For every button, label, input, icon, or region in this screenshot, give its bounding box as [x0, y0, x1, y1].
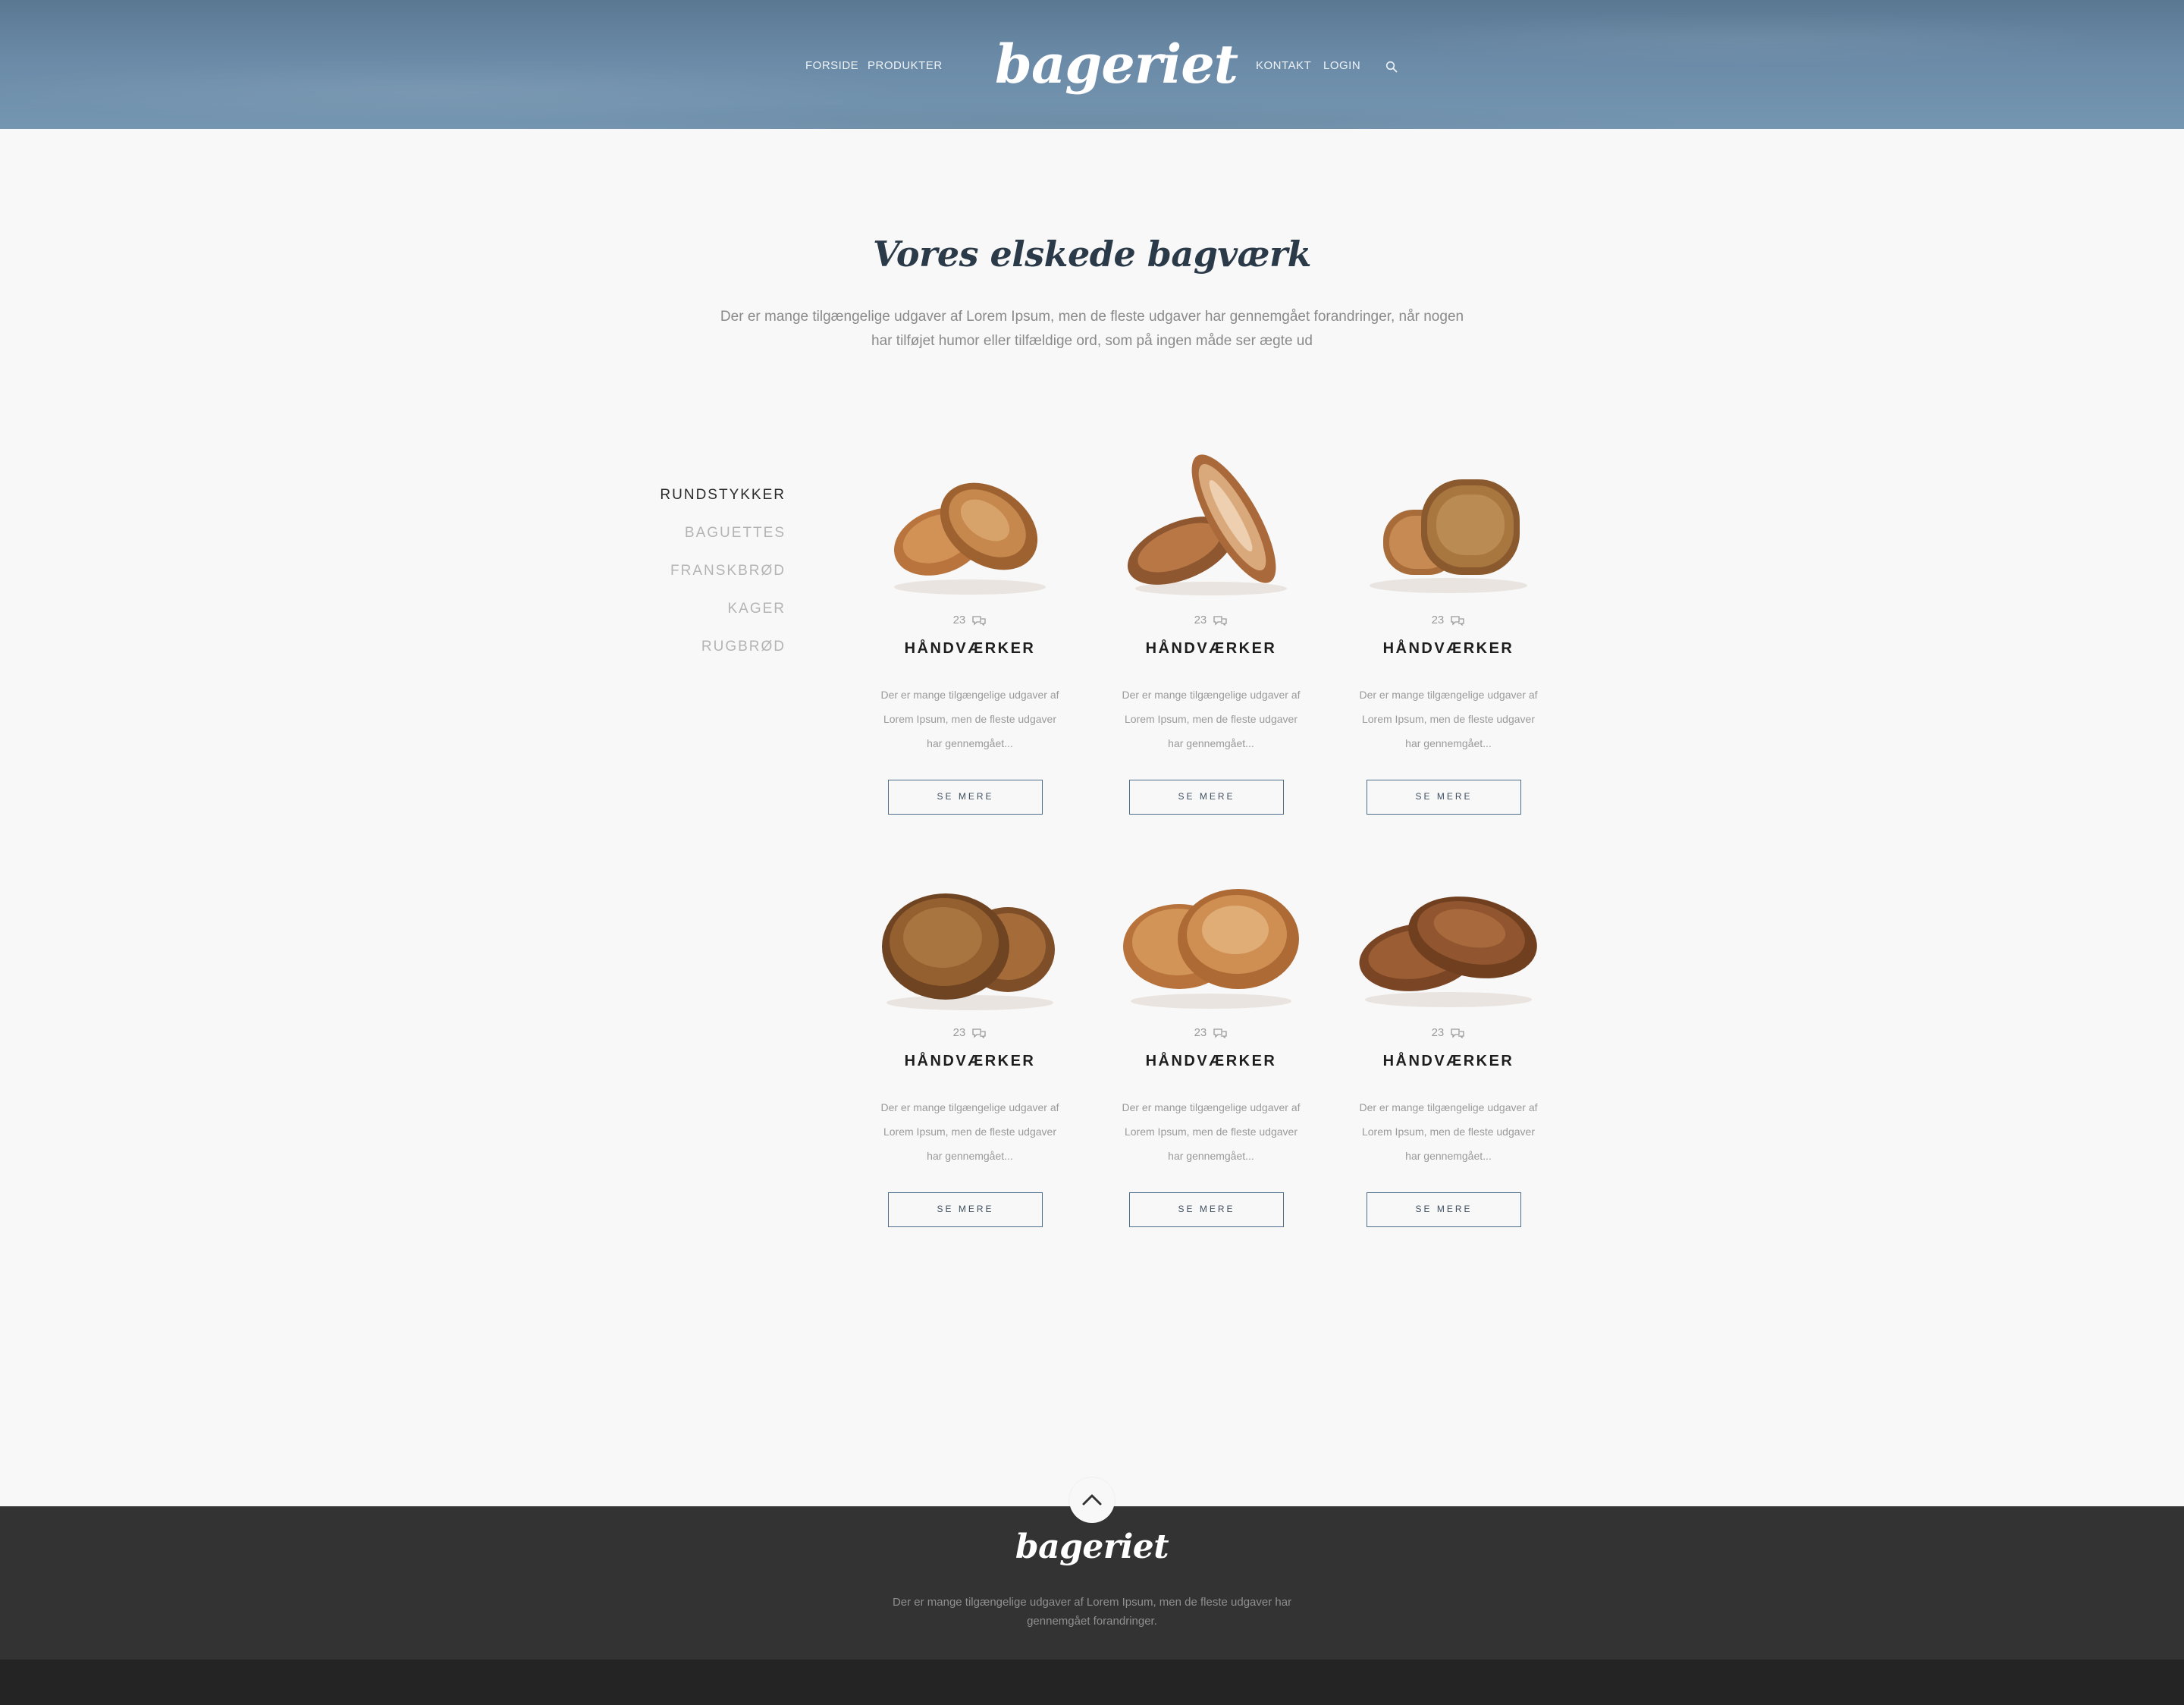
product-card: 23 HÅNDVÆRKER Der er mange tilgængelige …	[849, 444, 1091, 839]
comment-count: 23	[849, 614, 1091, 626]
se-mere-button[interactable]: SE MERE	[1367, 780, 1521, 815]
product-card: 23 HÅNDVÆRKER Der er mange tilgængelige …	[1090, 444, 1332, 839]
product-name[interactable]: HÅNDVÆRKER	[1090, 640, 1332, 658]
se-mere-button[interactable]: SE MERE	[888, 1192, 1043, 1227]
se-mere-button[interactable]: SE MERE	[888, 780, 1043, 815]
product-card: 23 HÅNDVÆRKER Der er mange tilgængelige …	[849, 857, 1091, 1251]
site-logo[interactable]: bageriet	[995, 30, 1238, 99]
se-mere-button[interactable]: SE MERE	[1129, 1192, 1284, 1227]
comment-icon	[1451, 1028, 1465, 1039]
section-title: Vores elskede bagværk	[872, 234, 1312, 275]
category-rundstykker[interactable]: RUNDSTYKKER	[660, 487, 786, 504]
category-franskbrod[interactable]: FRANSKBRØD	[670, 563, 786, 579]
product-description: Der er mange tilgængelige udgaver af Lor…	[1359, 1101, 1538, 1162]
comment-count: 23	[1327, 614, 1570, 626]
product-name[interactable]: HÅNDVÆRKER	[1327, 1053, 1570, 1070]
se-mere-button[interactable]: SE MERE	[1367, 1192, 1521, 1227]
product-card: 23 HÅNDVÆRKER Der er mange tilgængelige …	[1327, 444, 1570, 839]
category-baguettes[interactable]: BAGUETTES	[685, 525, 786, 542]
footer-bottom-bar	[0, 1659, 2184, 1705]
section-lead: Der er mange tilgængelige udgaver af Lor…	[720, 309, 1464, 349]
product-name[interactable]: HÅNDVÆRKER	[849, 1053, 1091, 1070]
product-card: 23 HÅNDVÆRKER Der er mange tilgængelige …	[1327, 857, 1570, 1251]
comment-count: 23	[849, 1026, 1091, 1039]
product-image[interactable]	[1105, 444, 1317, 604]
product-name[interactable]: HÅNDVÆRKER	[849, 640, 1091, 658]
product-image[interactable]	[1342, 857, 1555, 1016]
nav-forside[interactable]: FORSIDE	[805, 59, 858, 72]
site-header: FORSIDE PRODUKTER bageriet KONTAKT LOGIN	[0, 0, 2184, 129]
footer-logo[interactable]: bageriet	[978, 1528, 1206, 1566]
comment-count: 23	[1090, 1026, 1332, 1039]
comment-icon	[972, 1028, 987, 1039]
back-to-top-button[interactable]	[1069, 1477, 1115, 1523]
product-name[interactable]: HÅNDVÆRKER	[1090, 1053, 1332, 1070]
product-description: Der er mange tilgængelige udgaver af Lor…	[1122, 689, 1301, 749]
product-description: Der er mange tilgængelige udgaver af Lor…	[1122, 1101, 1301, 1162]
comment-count: 23	[1327, 1026, 1570, 1039]
product-description: Der er mange tilgængelige udgaver af Lor…	[880, 1101, 1059, 1162]
chevron-up-icon	[1082, 1494, 1102, 1506]
comment-count: 23	[1090, 614, 1332, 626]
product-image[interactable]	[864, 857, 1076, 1016]
product-image[interactable]	[1342, 444, 1555, 604]
comment-icon	[1451, 616, 1465, 626]
product-name[interactable]: HÅNDVÆRKER	[1327, 640, 1570, 658]
nav-produkter[interactable]: PRODUKTER	[868, 59, 943, 72]
comment-icon	[1213, 1028, 1228, 1039]
product-image[interactable]	[1105, 857, 1317, 1016]
nav-kontakt[interactable]: KONTAKT	[1256, 59, 1311, 72]
se-mere-button[interactable]: SE MERE	[1129, 780, 1284, 815]
nav-login[interactable]: LOGIN	[1323, 59, 1360, 72]
product-card: 23 HÅNDVÆRKER Der er mange tilgængelige …	[1090, 857, 1332, 1251]
category-kager[interactable]: KAGER	[727, 601, 786, 617]
category-rugbrod[interactable]: RUGBRØD	[701, 639, 786, 655]
product-description: Der er mange tilgængelige udgaver af Lor…	[880, 689, 1059, 749]
product-image[interactable]	[864, 444, 1076, 604]
comment-icon	[972, 616, 987, 626]
footer-text: Der er mange tilgængelige udgaver af Lor…	[892, 1596, 1292, 1628]
comment-icon	[1213, 616, 1228, 626]
search-icon[interactable]	[1385, 61, 1398, 73]
product-description: Der er mange tilgængelige udgaver af Lor…	[1359, 689, 1538, 749]
